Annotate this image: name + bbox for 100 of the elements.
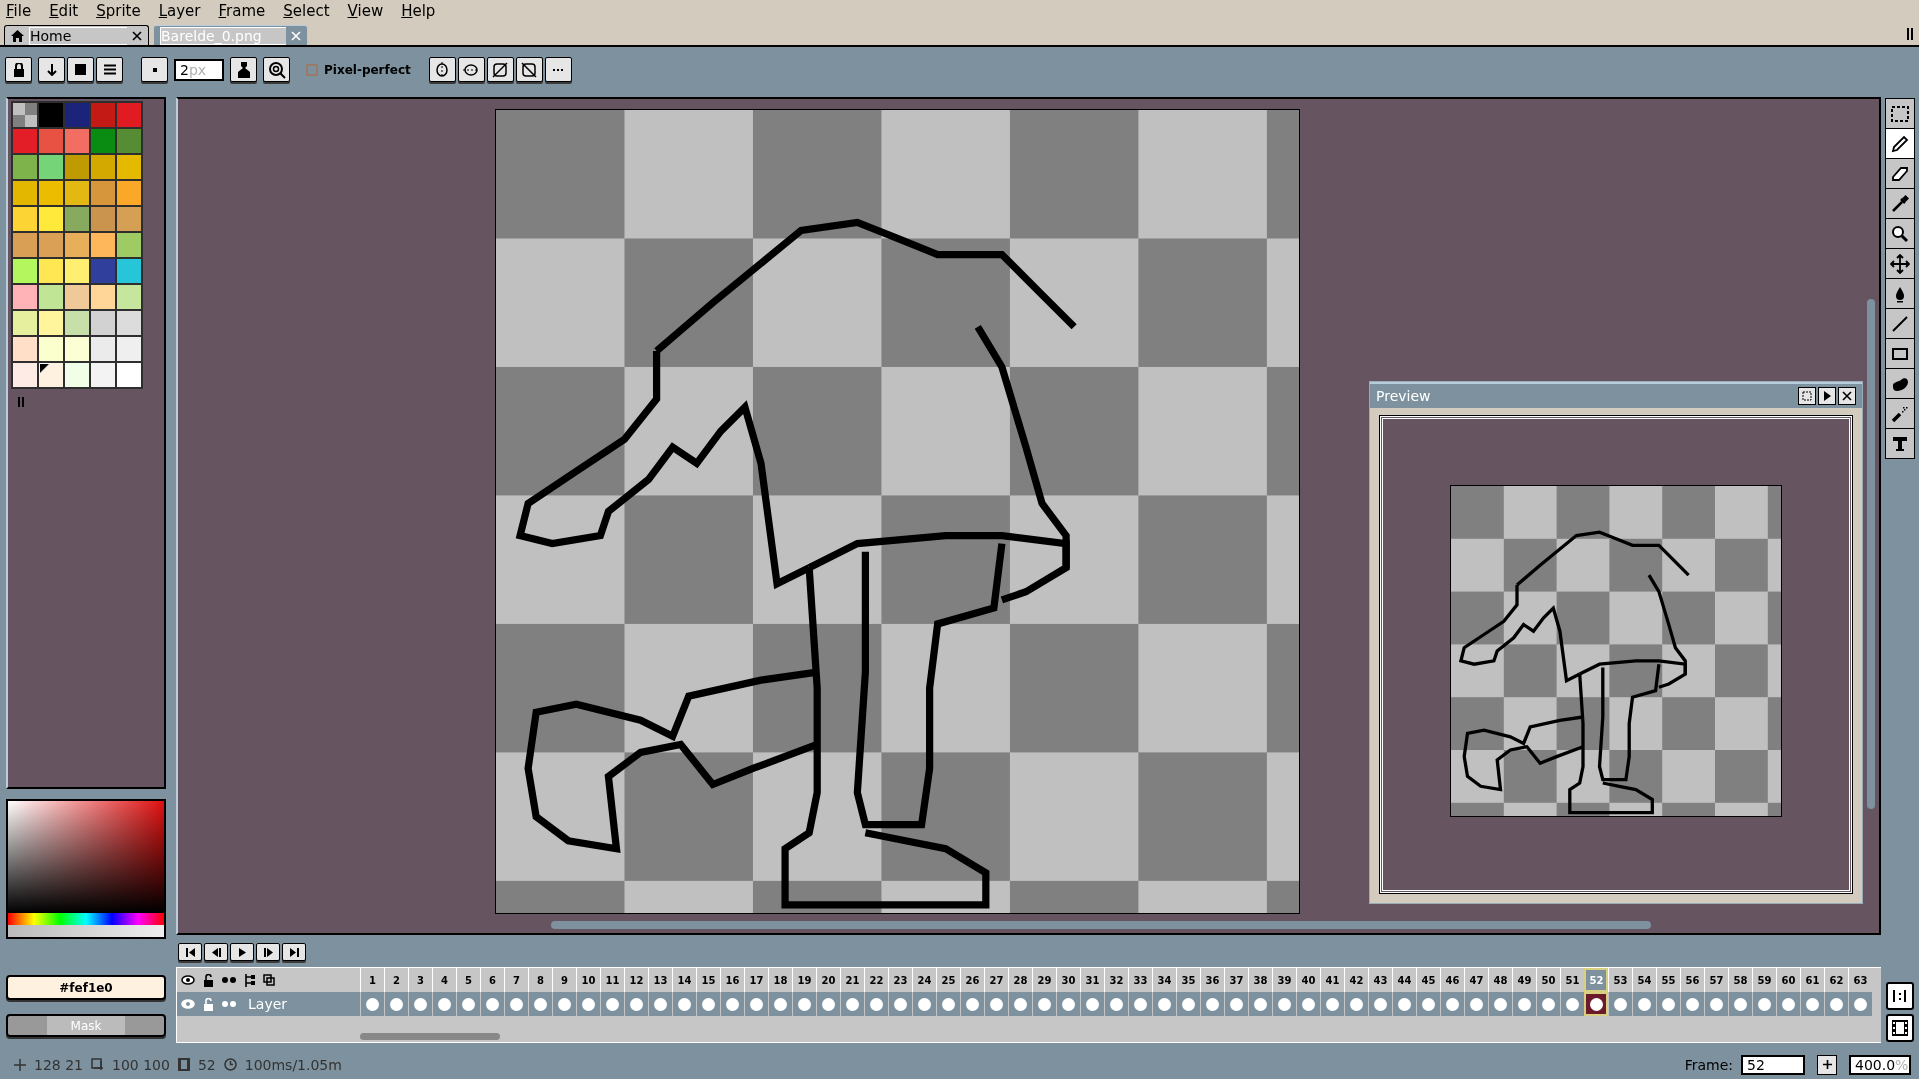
antidiagonal-symmetry-button[interactable]: [515, 57, 543, 82]
color-swatch[interactable]: [117, 129, 141, 153]
blob-tool-button[interactable]: [1886, 369, 1914, 398]
color-swatch[interactable]: [39, 207, 63, 231]
color-swatch[interactable]: [117, 103, 141, 127]
rectangle-tool-button[interactable]: [1886, 339, 1914, 368]
color-swatch[interactable]: [13, 103, 37, 127]
menu-item[interactable]: Frame: [218, 2, 266, 20]
zoom-reset-button[interactable]: [1886, 982, 1914, 1010]
color-swatch[interactable]: [65, 259, 89, 283]
layers-icon[interactable]: [263, 974, 275, 986]
eraser-tool-button[interactable]: [1886, 159, 1914, 188]
menu-item[interactable]: View: [347, 2, 384, 20]
color-swatch[interactable]: [39, 129, 63, 153]
menu-button[interactable]: [96, 57, 123, 82]
last-frame-button[interactable]: [282, 943, 306, 961]
color-swatch[interactable]: [91, 103, 115, 127]
color-swatch[interactable]: [65, 337, 89, 361]
target-button[interactable]: [263, 57, 290, 82]
color-swatch[interactable]: [117, 311, 141, 335]
color-swatch[interactable]: [39, 311, 63, 335]
color-swatch[interactable]: [117, 259, 141, 283]
color-swatch[interactable]: [39, 233, 63, 257]
play-button[interactable]: [1818, 387, 1836, 405]
onion-skin-icon[interactable]: [222, 977, 236, 983]
color-swatch[interactable]: [91, 363, 115, 387]
color-swatch[interactable]: [39, 363, 63, 387]
color-swatch[interactable]: [117, 207, 141, 231]
eye-icon[interactable]: [181, 975, 195, 985]
document-tab[interactable]: Home: [4, 25, 149, 45]
line-tool-button[interactable]: [1886, 309, 1914, 338]
color-swatch[interactable]: [65, 181, 89, 205]
color-swatch[interactable]: [13, 311, 37, 335]
frame-field[interactable]: 52: [1741, 1054, 1805, 1075]
color-swatch[interactable]: [39, 155, 63, 179]
brush-size-field[interactable]: 2px: [174, 58, 224, 81]
color-swatch[interactable]: [65, 207, 89, 231]
unlock-icon[interactable]: [203, 997, 214, 1011]
frame-cel[interactable]: [1584, 992, 1608, 1016]
pencil-tool-button[interactable]: [1886, 129, 1914, 158]
scrollbar[interactable]: [551, 921, 1651, 929]
close-button[interactable]: [1838, 387, 1856, 405]
horizontal-symmetry-button[interactable]: [457, 57, 485, 82]
color-swatch[interactable]: [91, 311, 115, 335]
menu-item[interactable]: Sprite: [96, 2, 141, 20]
color-swatch[interactable]: [13, 285, 37, 309]
eyedropper-tool-button[interactable]: [1886, 189, 1914, 218]
color-swatch[interactable]: [13, 233, 37, 257]
ink-drop-tool-button[interactable]: [1886, 279, 1914, 308]
lock-button[interactable]: [5, 57, 32, 82]
square-button[interactable]: [67, 57, 94, 82]
ink-button[interactable]: [230, 57, 257, 82]
play-button[interactable]: [230, 943, 254, 961]
color-swatch[interactable]: [13, 207, 37, 231]
color-swatch[interactable]: [117, 285, 141, 309]
color-swatch[interactable]: [117, 363, 141, 387]
filmstrip-button[interactable]: [1886, 1014, 1914, 1042]
color-swatch[interactable]: [39, 285, 63, 309]
color-swatch[interactable]: [65, 233, 89, 257]
color-swatch[interactable]: [13, 259, 37, 283]
color-picker[interactable]: [6, 799, 166, 939]
color-swatch[interactable]: [39, 181, 63, 205]
arrow-down-button[interactable]: [38, 57, 65, 82]
color-swatch[interactable]: [13, 155, 37, 179]
spray-tool-button[interactable]: [1886, 399, 1914, 428]
scrollbar[interactable]: [1867, 299, 1875, 809]
color-swatch[interactable]: [39, 337, 63, 361]
menu-item[interactable]: Edit: [49, 2, 79, 20]
color-field[interactable]: #fef1e0: [6, 975, 166, 1000]
color-swatch[interactable]: [13, 129, 37, 153]
move-tool-button[interactable]: [1886, 249, 1914, 278]
brush-type-button[interactable]: [141, 57, 168, 82]
menu-item[interactable]: Help: [401, 2, 436, 20]
more-button[interactable]: [544, 57, 572, 82]
color-swatch[interactable]: [65, 363, 89, 387]
color-swatch[interactable]: [65, 311, 89, 335]
color-swatch[interactable]: [13, 363, 37, 387]
color-swatch[interactable]: [91, 207, 115, 231]
color-swatch[interactable]: [117, 337, 141, 361]
lock-icon[interactable]: [203, 973, 214, 987]
first-frame-button[interactable]: [178, 943, 202, 961]
color-swatch[interactable]: [39, 103, 63, 127]
pixel-perfect-checkbox[interactable]: [306, 63, 318, 76]
color-swatch[interactable]: [91, 129, 115, 153]
color-swatch[interactable]: [65, 129, 89, 153]
color-swatch[interactable]: [117, 181, 141, 205]
previous-frame-button[interactable]: [204, 943, 228, 961]
color-swatch[interactable]: [91, 285, 115, 309]
vertical-symmetry-button[interactable]: [428, 57, 456, 82]
color-swatch[interactable]: [65, 103, 89, 127]
color-swatch[interactable]: [91, 259, 115, 283]
resize-handle-icon[interactable]: [18, 397, 24, 407]
next-frame-button[interactable]: [256, 943, 280, 961]
scrollbar[interactable]: [360, 1033, 500, 1040]
menu-item[interactable]: Select: [283, 2, 330, 20]
color-swatch[interactable]: [117, 233, 141, 257]
center-button[interactable]: [1798, 387, 1816, 405]
color-swatch[interactable]: [91, 155, 115, 179]
color-swatch[interactable]: [39, 259, 63, 283]
menu-item[interactable]: Layer: [158, 2, 201, 20]
